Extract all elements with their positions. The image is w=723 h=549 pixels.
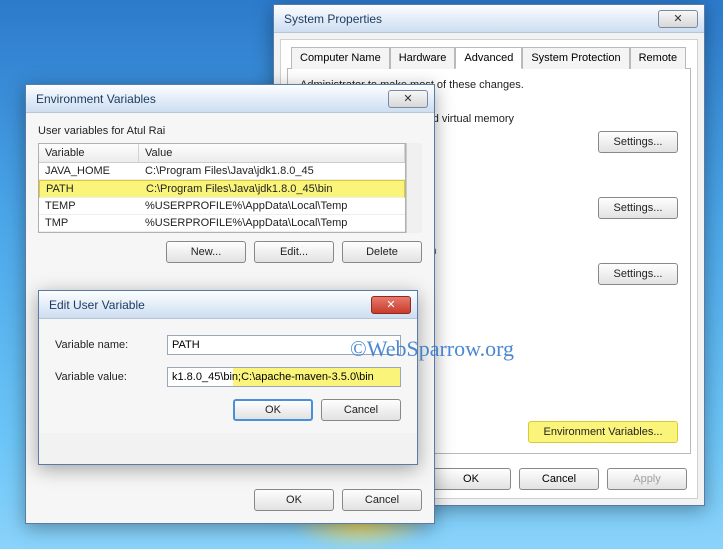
user-profiles-settings-button[interactable]: Settings... (598, 197, 678, 219)
startup-recovery-settings-button[interactable]: Settings... (598, 263, 678, 285)
new-button[interactable]: New... (166, 241, 246, 263)
sysprops-ok-button[interactable]: OK (431, 468, 511, 490)
performance-settings-button[interactable]: Settings... (598, 131, 678, 153)
cell-value: %USERPROFILE%\AppData\Local\Temp (139, 198, 405, 214)
envvars-title: Environment Variables (36, 92, 156, 106)
table-row[interactable]: TEMP%USERPROFILE%\AppData\Local\Temp (39, 198, 405, 215)
user-vars-table[interactable]: Variable Value JAVA_HOMEC:\Program Files… (38, 143, 406, 233)
close-icon: ✕ (673, 12, 682, 25)
user-vars-label: User variables for Atul Rai (38, 125, 422, 137)
tab-computer-name[interactable]: Computer Name (291, 47, 390, 69)
environment-variables-button[interactable]: Environment Variables... (528, 421, 678, 443)
variable-value-input[interactable] (167, 367, 401, 387)
table-row[interactable]: JAVA_HOMEC:\Program Files\Java\jdk1.8.0_… (39, 163, 405, 180)
sysprops-apply-button[interactable]: Apply (607, 468, 687, 490)
tab-remote[interactable]: Remote (630, 47, 687, 69)
cell-variable: PATH (40, 181, 140, 197)
tab-advanced[interactable]: Advanced (455, 47, 522, 69)
edituser-titlebar[interactable]: Edit User Variable ✕ (39, 291, 417, 319)
edituser-body: Variable name: Variable value: OK Cancel (39, 319, 417, 433)
delete-button[interactable]: Delete (342, 241, 422, 263)
tab-hardware[interactable]: Hardware (390, 47, 456, 69)
edituser-button-row: OK Cancel (55, 399, 401, 421)
table-scrollbar[interactable] (406, 143, 422, 233)
cell-variable: JAVA_HOME (39, 163, 139, 179)
close-icon: ✕ (403, 92, 412, 105)
sysprops-tabs: Computer Name Hardware Advanced System P… (287, 46, 691, 68)
envvars-close-button[interactable]: ✕ (388, 90, 428, 108)
close-icon: ✕ (386, 298, 395, 311)
cell-value: C:\Program Files\Java\jdk1.8.0_45 (139, 163, 405, 179)
cell-value: %USERPROFILE%\AppData\Local\Temp (139, 215, 405, 231)
variable-name-input[interactable] (167, 335, 401, 355)
sysprops-cancel-button[interactable]: Cancel (519, 468, 599, 490)
edit-button[interactable]: Edit... (254, 241, 334, 263)
envvars-button-row: OK Cancel (38, 489, 422, 511)
sysprops-title: System Properties (284, 12, 382, 26)
envvars-titlebar[interactable]: Environment Variables ✕ (26, 85, 434, 113)
cell-variable: TMP (39, 215, 139, 231)
tab-system-protection[interactable]: System Protection (522, 47, 629, 69)
edituser-close-button[interactable]: ✕ (371, 296, 411, 314)
edit-user-variable-dialog: Edit User Variable ✕ Variable name: Vari… (38, 290, 418, 465)
edituser-ok-button[interactable]: OK (233, 399, 313, 421)
envvars-cancel-button[interactable]: Cancel (342, 489, 422, 511)
variable-name-label: Variable name: (55, 339, 155, 351)
table-row[interactable]: TMP%USERPROFILE%\AppData\Local\Temp (39, 215, 405, 232)
variable-value-label: Variable value: (55, 371, 155, 383)
edituser-cancel-button[interactable]: Cancel (321, 399, 401, 421)
cell-value: C:\Program Files\Java\jdk1.8.0_45\bin (140, 181, 404, 197)
envvars-ok-button[interactable]: OK (254, 489, 334, 511)
table-row[interactable]: PATHC:\Program Files\Java\jdk1.8.0_45\bi… (39, 180, 405, 198)
user-vars-button-row: New... Edit... Delete (38, 241, 422, 263)
cell-variable: TEMP (39, 198, 139, 214)
variable-name-row: Variable name: (55, 335, 401, 355)
user-vars-table-wrap: Variable Value JAVA_HOMEC:\Program Files… (38, 143, 422, 233)
col-value[interactable]: Value (139, 144, 405, 162)
edituser-title: Edit User Variable (49, 298, 145, 312)
sysprops-titlebar[interactable]: System Properties ✕ (274, 5, 704, 33)
table-header: Variable Value (39, 144, 405, 163)
sysprops-close-button[interactable]: ✕ (658, 10, 698, 28)
col-variable[interactable]: Variable (39, 144, 139, 162)
variable-value-row: Variable value: (55, 367, 401, 387)
